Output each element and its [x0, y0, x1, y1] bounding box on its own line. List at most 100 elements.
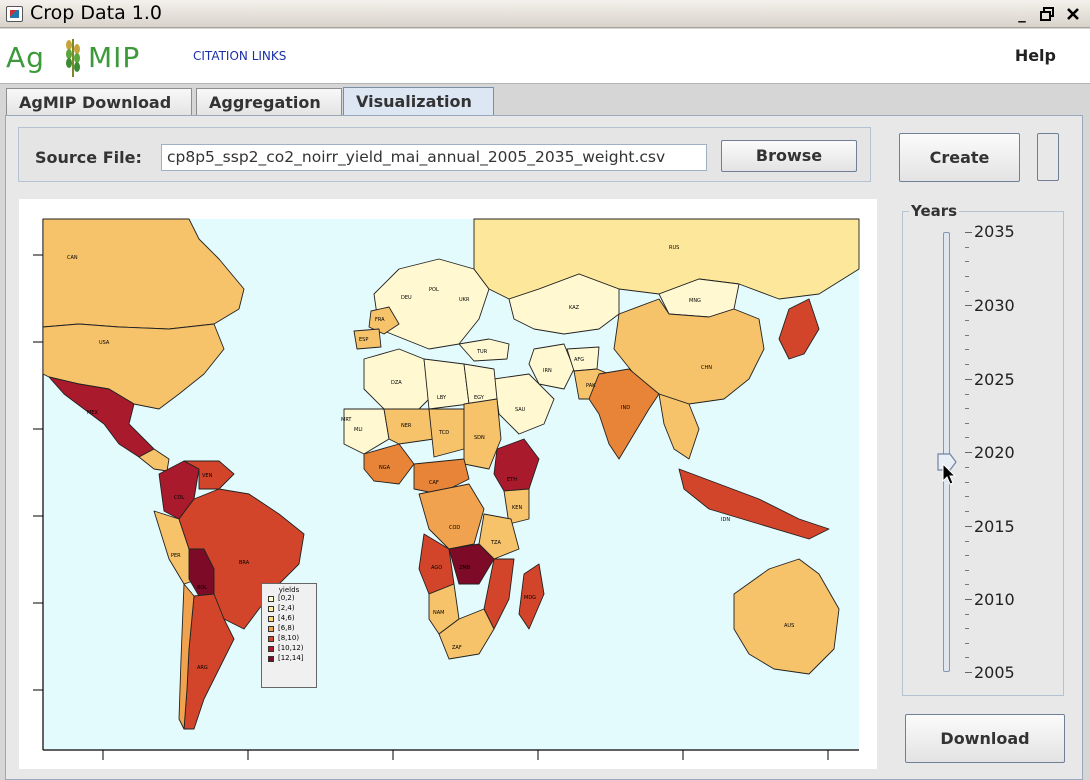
tick-minor [965, 628, 969, 629]
label-mex: MEX [87, 410, 98, 416]
logo-mip-text: MIP [88, 41, 141, 74]
tick-mark [965, 379, 972, 380]
tick-minor [965, 541, 969, 542]
help-menu[interactable]: Help [1015, 46, 1056, 65]
source-file-field[interactable]: cp8p5_ssp2_co2_noirr_yield_mai_annual_20… [161, 144, 707, 171]
tick-minor [965, 570, 969, 571]
tick-minor [965, 335, 969, 336]
years-title: Years [909, 202, 960, 220]
label-ven: VEN [202, 473, 213, 479]
tab-agmip-download[interactable]: AgMIP Download [6, 88, 192, 115]
tick-minor [965, 349, 969, 350]
label-ago: AGO [431, 565, 442, 571]
label-mrt: MRT [341, 417, 352, 423]
legend-label: [8,10) [278, 634, 300, 642]
create-button[interactable]: Create [899, 133, 1020, 182]
year-tick-2035: 2035 [974, 222, 1015, 241]
legend-item: [8,10) [268, 634, 316, 644]
label-lby: LBY [437, 395, 447, 401]
yield-map: CAN USA MEX BRA ARG BOL COL VEN PER RUS … [33, 218, 860, 760]
label-bra: BRA [239, 560, 250, 566]
label-tza: TZA [490, 540, 501, 546]
year-tick-2025: 2025 [974, 370, 1015, 389]
tab-aggregation[interactable]: Aggregation [196, 88, 342, 115]
years-slider-track[interactable] [943, 232, 950, 672]
app-header: Ag MIP CITATION LINKS Help [0, 29, 1090, 84]
status-indicator [1037, 133, 1059, 181]
tick-minor [965, 364, 969, 365]
minimize-button[interactable]: _ [1013, 6, 1031, 23]
year-tick-2020: 2020 [974, 443, 1015, 462]
legend-swatch [268, 636, 274, 642]
tick-minor [965, 584, 969, 585]
label-deu: DEU [401, 295, 412, 301]
label-tcd: TCD [438, 430, 449, 436]
legend-item: [12,14] [268, 654, 316, 664]
label-zaf: ZAF [452, 645, 462, 651]
wheat-icon [66, 39, 80, 77]
label-chn: CHN [701, 365, 712, 371]
java-app-icon [6, 6, 23, 22]
label-arg: ARG [197, 665, 208, 671]
years-group: Years 2035 2030 2025 2020 2015 2010 2005 [902, 202, 1064, 696]
country-lby [423, 358, 470, 410]
label-kaz: KAZ [569, 305, 580, 311]
legend-label: [10,12) [278, 644, 304, 652]
tab-visualization[interactable]: Visualization [343, 87, 494, 116]
label-ind: IND [621, 405, 630, 411]
legend-swatch [268, 656, 274, 662]
tick-minor [965, 320, 969, 321]
legend-label: [6,8) [278, 624, 295, 632]
tick-minor [965, 247, 969, 248]
restore-button[interactable] [1038, 6, 1056, 23]
tick-mark [965, 452, 972, 453]
label-caf: CAF [429, 480, 439, 486]
map-panel: CAN USA MEX BRA ARG BOL COL VEN PER RUS … [19, 199, 877, 769]
tick-mark [965, 526, 972, 527]
close-button[interactable] [1064, 6, 1082, 23]
legend-label: [2,4) [278, 604, 295, 612]
label-nam: NAM [433, 610, 444, 616]
map-legend: yields [0,2) [2,4) [4,6) [6,8) [8,10) [1… [261, 583, 317, 688]
legend-item: [4,6) [268, 614, 316, 624]
close-icon [1067, 8, 1079, 20]
label-irn: IRN [543, 368, 552, 374]
label-ner: NER [401, 423, 412, 429]
label-afg: AFG [574, 357, 584, 363]
legend-item: [6,8) [268, 624, 316, 634]
country-rus [473, 218, 860, 300]
label-can: CAN [67, 255, 78, 261]
tick-minor [965, 291, 969, 292]
browse-button[interactable]: Browse [721, 140, 857, 172]
tick-minor [965, 511, 969, 512]
tick-minor [965, 614, 969, 615]
restore-icon [1040, 7, 1054, 21]
logo-ag-text: Ag [6, 41, 45, 74]
label-mng: MNG [689, 298, 701, 304]
legend-swatch [268, 596, 274, 602]
visualization-panel: Source File: cp8p5_ssp2_co2_noirr_yield_… [5, 115, 1083, 780]
label-cod: COD [449, 525, 460, 531]
label-idn: IDN [721, 517, 730, 523]
source-file-label: Source File: [35, 148, 142, 167]
tick-minor [965, 423, 969, 424]
citation-links[interactable]: CITATION LINKS [193, 49, 286, 63]
label-aus: AUS [784, 623, 794, 629]
label-ukr: UKR [459, 297, 470, 303]
window-title: Crop Data 1.0 [30, 2, 163, 24]
label-col: COL [174, 495, 184, 501]
download-button[interactable]: Download [905, 714, 1065, 763]
tick-mark [965, 232, 972, 233]
source-file-group: Source File: cp8p5_ssp2_co2_noirr_yield_… [18, 127, 871, 182]
tick-minor [965, 643, 969, 644]
legend-swatch [268, 646, 274, 652]
tick-minor [965, 437, 969, 438]
label-sau: SAU [515, 407, 526, 413]
year-tick-2005: 2005 [974, 663, 1015, 682]
legend-label: [4,6) [278, 614, 295, 622]
legend-label: [0,2) [278, 594, 295, 602]
year-tick-2015: 2015 [974, 517, 1015, 536]
label-egy: EGY [474, 395, 485, 401]
year-tick-2010: 2010 [974, 590, 1015, 609]
tick-minor [965, 555, 969, 556]
